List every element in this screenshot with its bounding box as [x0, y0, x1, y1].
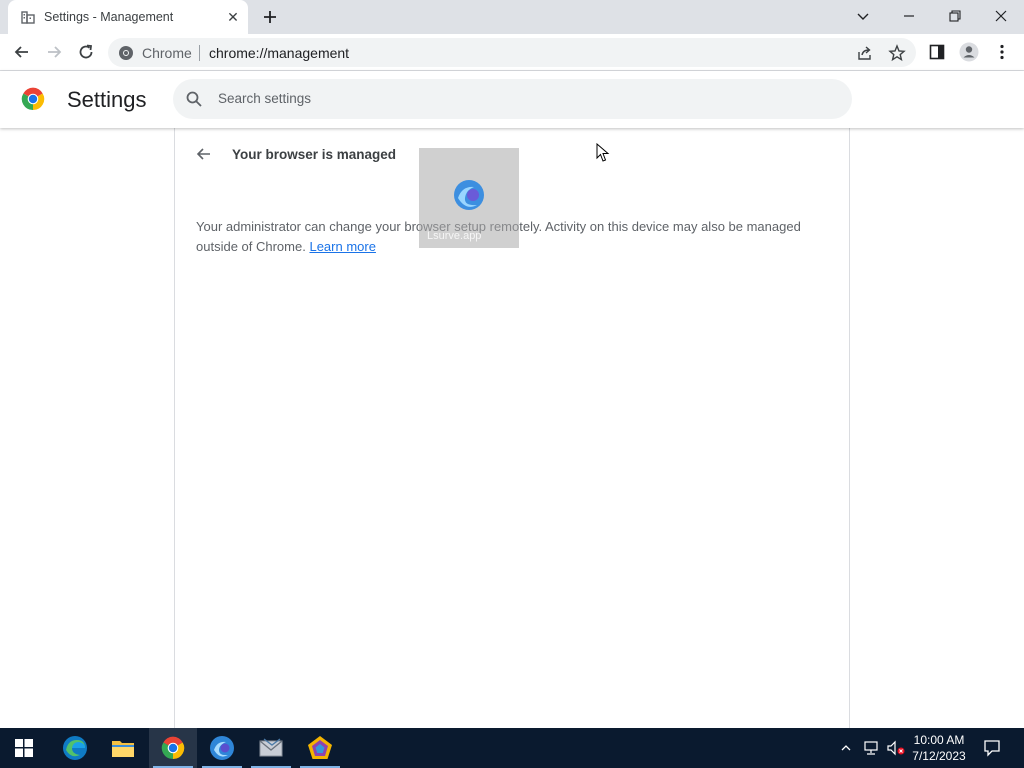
floating-app-overlay[interactable]: Lsurve.app: [419, 148, 519, 248]
chevron-down-icon: [857, 13, 869, 20]
kebab-menu-icon: [1000, 44, 1004, 60]
system-clock[interactable]: 10:00 AM 7/12/2023: [908, 732, 970, 764]
side-panel-icon: [929, 44, 945, 60]
file-explorer-icon: [112, 741, 134, 757]
chip-divider: [199, 45, 200, 61]
clock-time: 10:00 AM: [913, 733, 965, 747]
menu-button[interactable]: [992, 42, 1012, 62]
arrow-left-icon: [14, 46, 28, 58]
taskbar-app-pentagon[interactable]: [296, 728, 344, 768]
overlay-app-icon: [454, 180, 484, 210]
reload-icon: [79, 44, 93, 59]
taskbar-edge[interactable]: [51, 728, 99, 768]
management-heading: Your browser is managed: [232, 147, 397, 162]
app-icon-pentagon: [308, 736, 332, 759]
tab-close-icon[interactable]: ✕: [225, 9, 241, 25]
app-icon-mail: [259, 738, 283, 757]
learn-more-link[interactable]: Learn more: [309, 239, 375, 254]
browser-toolbar: Chrome chrome://management: [0, 34, 1024, 71]
arrow-right-icon: [48, 46, 62, 58]
volume-muted-icon[interactable]: [886, 740, 906, 756]
building-icon: [21, 11, 35, 24]
tab-strip: Settings - Management ✕: [0, 0, 1024, 34]
edge-icon: [63, 736, 87, 760]
windows-start-icon: [15, 739, 33, 757]
taskbar-app-blue[interactable]: [198, 728, 246, 768]
chrome-logo-icon: [21, 87, 45, 111]
clock-date: 7/12/2023: [912, 749, 966, 763]
address-bar[interactable]: Chrome chrome://management: [108, 38, 916, 67]
tab-search-button[interactable]: [840, 0, 886, 32]
bookmark-star-icon[interactable]: [888, 44, 906, 62]
network-icon[interactable]: [862, 740, 880, 756]
notifications-icon[interactable]: [983, 739, 1001, 757]
app-icon-blue: [210, 736, 234, 760]
new-tab-icon[interactable]: [260, 7, 280, 27]
back-button[interactable]: [10, 40, 34, 64]
forward-button[interactable]: [42, 40, 66, 64]
taskbar-file-explorer[interactable]: [99, 728, 147, 768]
back-arrow-icon[interactable]: [194, 144, 214, 164]
share-icon[interactable]: [856, 44, 874, 62]
management-card: Your browser is managed Your administrat…: [174, 128, 850, 728]
close-window-button[interactable]: [978, 0, 1024, 32]
tab-title: Settings - Management: [44, 10, 174, 24]
search-placeholder: Search settings: [218, 91, 312, 106]
chrome-icon: [161, 736, 185, 760]
url-text[interactable]: chrome://management: [209, 45, 349, 61]
overlay-label: Lsurve.app: [427, 230, 482, 242]
settings-content: Your browser is managed Your administrat…: [0, 128, 1024, 728]
mouse-cursor-icon: [596, 143, 610, 162]
minimize-icon: [904, 15, 914, 17]
taskbar-chrome[interactable]: [149, 728, 197, 768]
search-settings-input[interactable]: Search settings: [173, 79, 852, 119]
profile-button[interactable]: [959, 42, 979, 62]
avatar-icon: [959, 42, 979, 62]
minimize-button[interactable]: [886, 0, 932, 32]
chrome-site-icon[interactable]: [118, 45, 134, 61]
search-icon: [186, 91, 202, 107]
side-panel-button[interactable]: [927, 42, 947, 62]
close-icon: [995, 10, 1007, 22]
page-title: Settings: [67, 87, 147, 112]
tab-settings-management[interactable]: Settings - Management ✕: [8, 0, 248, 34]
start-button[interactable]: [0, 728, 48, 768]
chevron-up-icon[interactable]: [840, 742, 852, 754]
windows-taskbar: 10:00 AM 7/12/2023: [0, 728, 1024, 768]
restore-button[interactable]: [932, 0, 978, 32]
taskbar-app-mail[interactable]: [247, 728, 295, 768]
site-chip-label: Chrome: [142, 45, 192, 61]
reload-button[interactable]: [74, 40, 98, 64]
restore-icon: [949, 10, 961, 22]
settings-header: Settings Search settings: [0, 71, 1024, 128]
